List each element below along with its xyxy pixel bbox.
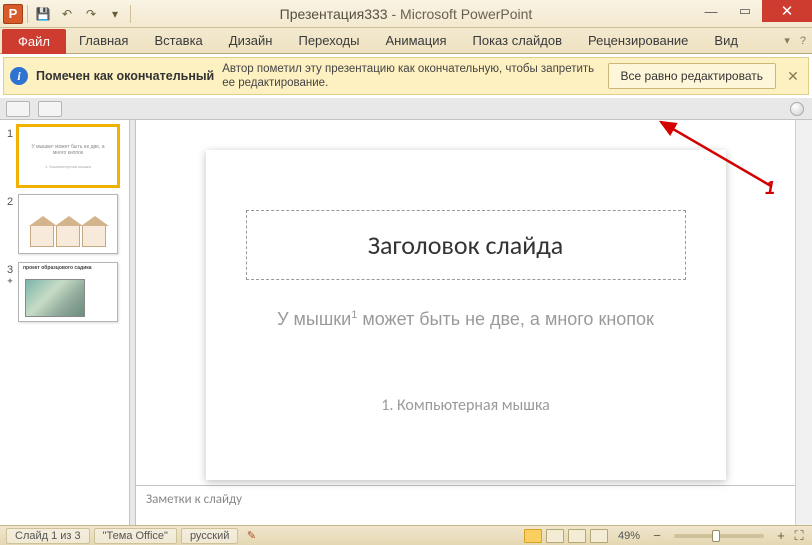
qat-customize-icon[interactable]: ▾ [104, 3, 126, 25]
banner-message: Автор пометил эту презентацию как оконча… [222, 62, 599, 91]
zoom-in-button[interactable]: + [774, 528, 788, 543]
footnote-text[interactable]: 1. Компьютерная мышка [246, 396, 686, 415]
thumb-number: 1 [2, 126, 18, 140]
spellcheck-icon[interactable]: ✎ [242, 529, 260, 542]
slide-editor[interactable]: Заголовок слайда У мышки1 может быть не … [206, 150, 726, 480]
tab-insert[interactable]: Вставка [141, 28, 215, 53]
animation-indicator-icon: ✦ [2, 276, 18, 287]
file-tab[interactable]: Файл [2, 29, 66, 54]
zoom-fit-button[interactable]: ⛶ [792, 528, 806, 544]
ribbon-tabs: Файл Главная Вставка Дизайн Переходы Ани… [0, 28, 812, 54]
tab-review[interactable]: Рецензирование [575, 28, 701, 53]
maximize-button[interactable]: ▭ [728, 0, 762, 22]
zoom-out-button[interactable]: − [650, 528, 664, 543]
title-placeholder[interactable]: Заголовок слайда [246, 210, 686, 280]
zoom-percent[interactable]: 49% [618, 530, 640, 542]
view-slideshow-icon[interactable] [590, 529, 608, 543]
panel-tab-outline[interactable] [38, 101, 62, 117]
app-icon: P [3, 4, 23, 24]
protected-banner: i Помечен как окончательный Автор помети… [3, 57, 809, 95]
tab-slideshow[interactable]: Показ слайдов [460, 28, 576, 53]
thumb-number: 2 [2, 194, 18, 208]
minimize-button[interactable]: — [694, 0, 728, 22]
thumb-number: 3 [2, 262, 18, 276]
title-bar: P 💾 ↶ ↷ ▾ Презентация333 - Microsoft Pow… [0, 0, 812, 28]
tab-transitions[interactable]: Переходы [285, 28, 372, 53]
slide-canvas-area: Заголовок слайда У мышки1 может быть не … [136, 120, 795, 525]
panel-handle-icon[interactable] [790, 102, 804, 116]
qat-undo-icon[interactable]: ↶ [56, 3, 78, 25]
tab-animations[interactable]: Анимация [372, 28, 459, 53]
view-sorter-icon[interactable] [546, 529, 564, 543]
slide-thumbnail-2[interactable] [18, 194, 118, 254]
ribbon-collapse-icon[interactable]: ▾ [784, 34, 790, 47]
status-language[interactable]: русский [181, 528, 238, 544]
qat-redo-icon[interactable]: ↷ [80, 3, 102, 25]
qat-save-icon[interactable]: 💾 [32, 3, 54, 25]
notes-pane[interactable]: Заметки к слайду [136, 485, 795, 525]
slide-thumbnail-panel: 1 У мышки¹ может быть не две, амного кно… [0, 120, 130, 525]
edit-anyway-button[interactable]: Все равно редактировать [608, 63, 776, 89]
vertical-scrollbar[interactable] [795, 120, 812, 525]
subtitle-placeholder[interactable]: У мышки1 может быть не две, а много кноп… [246, 308, 686, 330]
panel-view-strip [0, 98, 812, 120]
panel-tab-slides[interactable] [6, 101, 30, 117]
status-slide-counter[interactable]: Слайд 1 из 3 [6, 528, 90, 544]
view-normal-icon[interactable] [524, 529, 542, 543]
status-bar: Слайд 1 из 3 "Тема Office" русский ✎ 49%… [0, 525, 812, 545]
annotation-label: 1 [765, 178, 775, 199]
tab-design[interactable]: Дизайн [216, 28, 286, 53]
tab-view[interactable]: Вид [701, 28, 751, 53]
close-button[interactable]: ✕ [762, 0, 812, 22]
tab-home[interactable]: Главная [66, 28, 141, 53]
view-reading-icon[interactable] [568, 529, 586, 543]
info-icon: i [10, 67, 28, 85]
help-icon[interactable]: ? [800, 35, 806, 47]
slide-thumbnail-1[interactable]: У мышки¹ может быть не две, амного кнопо… [18, 126, 118, 186]
status-theme[interactable]: "Тема Office" [94, 528, 177, 544]
banner-title: Помечен как окончательный [36, 69, 214, 83]
slide-thumbnail-3[interactable]: проект образцового садика [18, 262, 118, 322]
banner-close-icon[interactable]: ✕ [784, 68, 802, 85]
zoom-slider[interactable] [674, 534, 764, 538]
